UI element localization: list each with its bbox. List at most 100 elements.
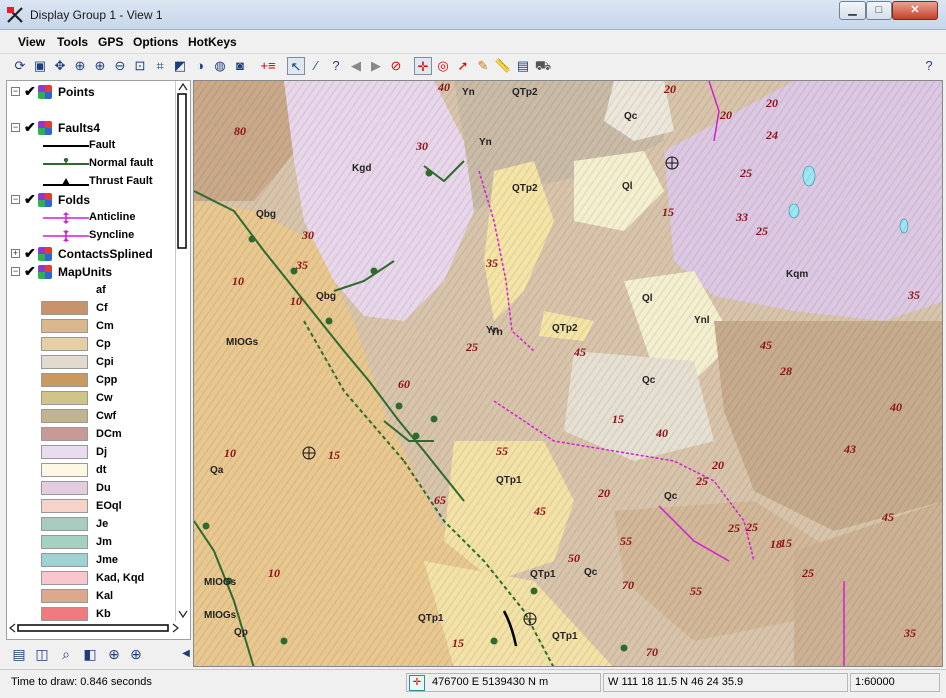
unit-label: EOql [96,500,122,512]
menu-hotkeys[interactable]: HotKeys [188,35,237,49]
dip-angle-label: 15 [328,448,340,462]
stop-icon[interactable]: ⊘ [387,57,405,75]
fault-line-icon [43,145,89,147]
edit-vertex-icon[interactable]: ⁄ [307,57,325,75]
map-unit-legend-item: Cf [27,299,177,317]
checkmark-icon[interactable]: ✔ [24,83,36,100]
menu-view[interactable]: View [18,35,45,49]
list-icon[interactable]: ▤ [10,645,28,663]
map-unit-legend-item: Cwf [27,407,177,425]
minimize-button[interactable]: ▁ [839,1,866,20]
vertical-scrollbar[interactable] [175,81,189,621]
geologic-map[interactable]: Yn QTp2 Qc Kgd Ql QTp2 Yn Yn Kqm Qbg Qbg MIOGs QTp2 Y… [194,81,943,667]
checkmark-icon[interactable]: ✔ [24,191,36,208]
layer-row-mapunits[interactable]: − ✔ MapUnits [7,263,177,281]
pencil-icon[interactable]: ✎ [474,57,492,75]
dip-angle-label: 10 [290,294,302,308]
camera-icon[interactable]: ◙ [231,57,249,75]
layer-row-contacts[interactable]: + ✔ ContactsSplined [7,245,177,263]
search-icon[interactable]: ⌕ [57,645,75,663]
layer-manager-icon[interactable]: ◩ [171,57,189,75]
full-extent-icon[interactable]: ▣ [31,57,49,75]
collapse-icon[interactable]: − [11,195,20,204]
dip-angle-label: 15 [662,205,674,219]
layer-row-points[interactable]: − ✔ Points [7,83,177,101]
layer-row-faults4[interactable]: − ✔ Faults4 [7,119,177,137]
globe-icon[interactable]: ◍ [211,57,229,75]
zoom-map-icon[interactable]: ⊕ [105,645,123,663]
refresh-icon[interactable]: ⟳ [11,57,29,75]
chart-icon[interactable]: ▤ [514,57,532,75]
unit-map-label: Ql [642,293,653,304]
unit-label: Jme [96,554,119,566]
unit-swatch [41,319,88,333]
add-layer-icon[interactable]: +≡ [259,57,277,75]
menu-tools[interactable]: Tools [57,35,88,49]
zoom-out-icon[interactable]: ⊖ [111,57,129,75]
move-cross-icon[interactable]: ✛ [414,57,432,75]
dip-angle-label: 65 [434,493,446,507]
unit-label: Kal [96,590,114,602]
unit-swatch [41,337,88,351]
maximize-button[interactable]: □ [866,1,892,20]
unit-map-label: Qa [210,465,224,476]
layers-icon[interactable]: ◫ [33,645,51,663]
menu-gps[interactable]: GPS [98,35,123,49]
unit-map-label: QTp1 [418,613,444,624]
zoom-in-icon[interactable]: ⊕ [91,57,109,75]
map-unit-legend-item: Cm [27,317,177,335]
map-unit-legend-item: Cpp [27,371,177,389]
dip-angle-label: 30 [415,139,428,153]
unit-map-label: Yn [462,87,475,98]
map-overview-icon[interactable]: ◧ [81,645,99,663]
menu-options[interactable]: Options [133,35,178,49]
vector-layer-icon [38,193,52,207]
vector-layer-icon [38,85,52,99]
unit-swatch [41,481,88,495]
layer-row-folds[interactable]: − ✔ Folds [7,191,177,209]
dip-angle-label: 40 [889,400,902,414]
thrust-fault-icon [43,178,89,186]
help-icon[interactable]: ? [920,57,938,75]
measure-icon[interactable]: 📏 [494,57,512,75]
pan-compass-icon[interactable]: ✥ [51,57,69,75]
expand-icon[interactable]: + [11,249,20,258]
pointer-red-icon[interactable]: ➚ [454,57,472,75]
center-icon[interactable]: ⊕ [71,57,89,75]
dip-angle-label: 20 [711,458,724,472]
unit-map-label: QTp1 [496,475,522,486]
unit-map-label: Ql [622,181,633,192]
back-icon[interactable]: ◀ [347,57,365,75]
query-icon[interactable]: ? [327,57,345,75]
collapse-icon[interactable]: − [11,87,20,96]
dip-angle-label: 25 [745,520,758,534]
map-unit-legend-item: EOql [27,497,177,515]
collapse-icon[interactable]: − [11,267,20,276]
fit-layers-icon[interactable]: ⌗ [151,57,169,75]
unit-map-label: MIOGs [204,610,237,621]
close-button[interactable]: ✕ [892,1,938,20]
collapse-icon[interactable]: − [11,123,20,132]
magnify-icon[interactable]: ⊕ [127,645,145,663]
dip-angle-label: 35 [485,256,498,270]
horizontal-scrollbar[interactable] [7,622,189,634]
map-unit-legend-item: Je [27,515,177,533]
projection-icon[interactable]: ◑ [191,57,209,75]
dip-angle-label: 15 [452,636,464,650]
draw-time: Time to draw: 0.846 seconds [6,673,404,692]
map-view[interactable]: Yn QTp2 Qc Kgd Ql QTp2 Yn Yn Kqm Qbg Qbg MIOGs QTp2 Y… [193,80,943,667]
dip-angle-label: 20 [765,96,778,110]
map-unit-legend-item: Jme [27,551,177,569]
zoom-box-icon[interactable]: ⊡ [131,57,149,75]
dip-angle-label: 40 [655,426,668,440]
checkmark-icon[interactable]: ✔ [24,119,36,136]
dip-angle-label: 25 [739,166,752,180]
vehicle-icon[interactable]: ⛟ [534,57,552,75]
unit-map-label: Kgd [352,163,371,174]
select-arrow-icon[interactable]: ↖ [287,57,305,75]
vector-layer-icon [38,121,52,135]
checkmark-icon[interactable]: ✔ [24,245,36,262]
zoom-region-icon[interactable]: ◎ [434,57,452,75]
forward-icon[interactable]: ▶ [367,57,385,75]
checkmark-icon[interactable]: ✔ [24,263,36,280]
